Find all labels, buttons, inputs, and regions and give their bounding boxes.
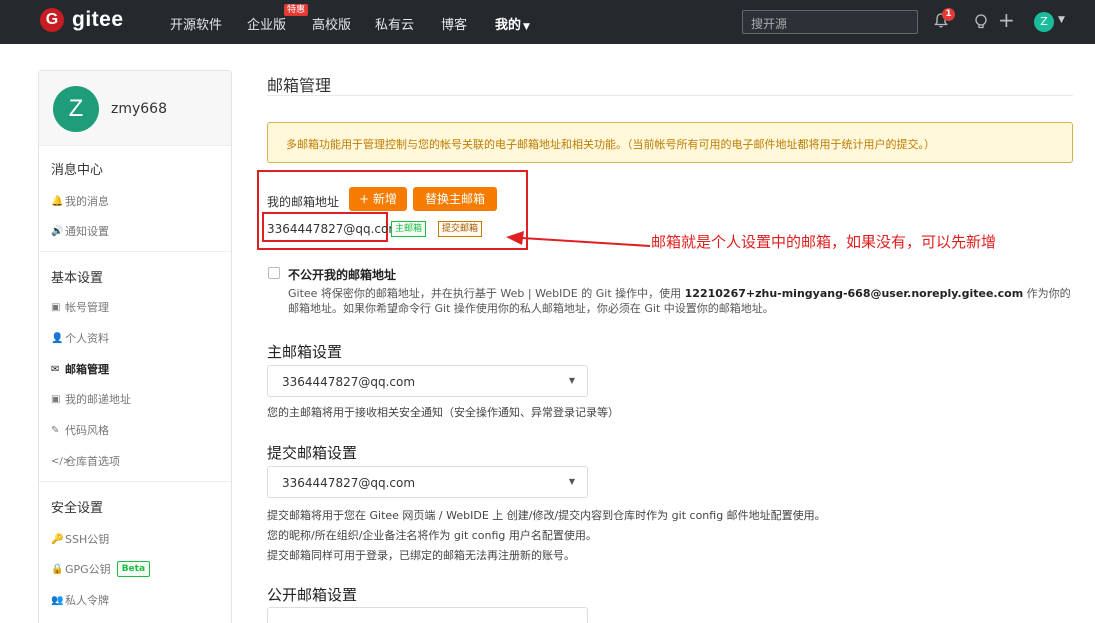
sidebar-item-ssh-keys[interactable]: 🔑 SSH公钥: [51, 531, 109, 547]
nav-mine-label: 我的: [495, 18, 522, 33]
chevron-down-icon: ▼: [568, 376, 575, 385]
user-card: Z zmy668: [39, 71, 231, 146]
switch-primary-email-button[interactable]: 替换主邮箱: [413, 187, 497, 211]
primary-email-section-title: 主邮箱设置: [267, 343, 343, 361]
noreply-email: 12210267+zhu-mingyang-668@user.noreply.g…: [684, 287, 1024, 300]
chevron-down-icon: ▼: [568, 477, 575, 486]
sidebar-item-label: 帐号管理: [65, 301, 109, 314]
info-notice: 多邮箱功能用于管理控制与您的帐号关联的电子邮箱地址和相关功能。（当前帐号所有可用…: [267, 122, 1073, 163]
sidebar-item-my-messages[interactable]: 🔔 我的消息: [51, 193, 109, 209]
sidebar-item-label: 仓库首选项: [65, 455, 120, 468]
group-title-messages: 消息中心: [51, 163, 104, 178]
nav-open-source[interactable]: 开源软件: [170, 14, 222, 33]
sidebar-item-label: 代码风格: [65, 424, 109, 437]
sidebar-item-label: GPG公钥: [65, 563, 111, 576]
commit-email-select[interactable]: 3364447827@qq.com ▼: [267, 466, 588, 498]
email-address: 3364447827@qq.com: [267, 222, 401, 236]
mail-icon: ✉: [51, 363, 60, 375]
my-email-label: 我的邮箱地址: [267, 195, 340, 209]
public-email-section-title: 公开邮箱设置: [267, 586, 358, 604]
speaker-icon: 🔊: [51, 225, 64, 237]
commit-email-help-1: 提交邮箱将用于您在 Gitee 网页端 / WebIDE 上 创建/修改/提交内…: [267, 509, 826, 522]
avatar[interactable]: Z: [1034, 12, 1054, 32]
bell-icon: 🔔: [51, 195, 64, 207]
bulb-icon[interactable]: [974, 14, 988, 30]
sidebar-item-repo-preferences[interactable]: </> 仓库首选项: [51, 453, 120, 469]
code-icon: </>: [51, 455, 72, 467]
sidebar-divider: [39, 481, 231, 482]
sidebar-item-label: 我的消息: [65, 195, 109, 208]
sidebar-item-label: 我的邮递地址: [65, 393, 131, 406]
private-email-label[interactable]: 不公开我的邮箱地址: [288, 266, 396, 283]
key-icon: 🔑: [51, 533, 64, 545]
add-email-button[interactable]: + 新增: [349, 187, 407, 211]
notification-count-badge: 1: [942, 8, 955, 21]
private-desc-part1: Gitee 将保密你的邮箱地址，并在执行基于 Web | WebIDE 的 Gi…: [288, 287, 685, 300]
nav-enterprise[interactable]: 企业版: [247, 14, 286, 33]
sidebar-item-email[interactable]: ✉ 邮箱管理: [51, 361, 109, 377]
chevron-down-icon: ▼: [523, 22, 530, 32]
sidebar-item-profile[interactable]: 👤 个人资料: [51, 330, 109, 346]
primary-email-select-value: 3364447827@qq.com: [282, 375, 416, 389]
token-icon: 👥: [51, 594, 64, 606]
brush-icon: ✎: [51, 424, 60, 436]
user-name[interactable]: zmy668: [111, 101, 167, 117]
sidebar-item-gpg-keys[interactable]: 🔒 GPG公钥 Beta: [51, 561, 151, 577]
top-navbar: G gitee 开源软件 企业版 特惠 高校版 私有云 博客 我的 ▼ 搜开源 1…: [0, 0, 1095, 44]
nav-mine[interactable]: 我的 ▼: [495, 14, 530, 33]
commit-email-section-title: 提交邮箱设置: [267, 444, 358, 462]
beta-badge: Beta: [116, 561, 151, 577]
id-card-icon: ▣: [51, 301, 61, 313]
page-title: 邮箱管理: [267, 76, 332, 95]
commit-email-select-value: 3364447827@qq.com: [282, 476, 416, 490]
nav-blog[interactable]: 博客: [441, 14, 467, 33]
address-card-icon: ▣: [51, 393, 61, 405]
gitee-logo-mark: G: [40, 8, 64, 32]
private-email-description: Gitee 将保密你的邮箱地址，并在执行基于 Web | WebIDE 的 Gi…: [288, 286, 1078, 316]
sidebar-item-account[interactable]: ▣ 帐号管理: [51, 299, 109, 315]
commit-email-tag: 提交邮箱: [438, 221, 483, 237]
nav-education[interactable]: 高校版: [312, 14, 351, 33]
gitee-logo[interactable]: G gitee: [40, 8, 124, 32]
sidebar-item-code-style[interactable]: ✎ 代码风格: [51, 422, 109, 438]
sidebar-item-label: SSH公钥: [65, 533, 110, 546]
gitee-logo-text: gitee: [72, 8, 124, 31]
sidebar-item-label: 个人资料: [65, 332, 109, 345]
sidebar-item-mailing-address[interactable]: ▣ 我的邮递地址: [51, 391, 131, 407]
sidebar-item-label: 通知设置: [65, 225, 109, 238]
settings-sidebar: Z zmy668 消息中心 🔔 我的消息 🔊 通知设置 基本设置 ▣ 帐号管理 …: [38, 70, 232, 623]
sidebar-item-label: 私人令牌: [65, 594, 109, 607]
commit-email-help-2: 您的昵称/所在组织/企业备注名将作为 git config 用户名配置使用。: [267, 529, 597, 542]
commit-email-help-3: 提交邮箱同样可用于登录，已绑定的邮箱无法再注册新的账号。: [267, 549, 575, 562]
public-email-select[interactable]: [267, 607, 588, 623]
primary-email-help: 您的主邮箱将用于接收相关安全通知（安全操作通知、异常登录记录等）: [267, 406, 619, 419]
group-title-basic: 基本设置: [51, 271, 104, 286]
chevron-down-icon[interactable]: ▼: [1058, 15, 1065, 25]
group-title-security: 安全设置: [51, 501, 104, 516]
sidebar-item-label: 邮箱管理: [65, 363, 109, 376]
lock-icon: 🔒: [51, 563, 64, 575]
sidebar-divider: [39, 251, 231, 252]
nav-private-cloud[interactable]: 私有云: [375, 14, 414, 33]
search-input[interactable]: 搜开源: [742, 10, 918, 34]
plus-icon[interactable]: +: [998, 10, 1015, 30]
title-divider: [267, 95, 1073, 96]
promo-badge: 特惠: [284, 4, 309, 16]
user-avatar[interactable]: Z: [53, 86, 99, 132]
user-icon: 👤: [51, 332, 64, 344]
sidebar-item-personal-tokens[interactable]: 👥 私人令牌: [51, 592, 109, 608]
private-email-checkbox[interactable]: [268, 267, 280, 279]
sidebar-item-notification-settings[interactable]: 🔊 通知设置: [51, 223, 109, 239]
primary-email-tag: 主邮箱: [391, 221, 427, 237]
primary-email-select[interactable]: 3364447827@qq.com ▼: [267, 365, 588, 397]
annotation-arrow-icon: [506, 231, 650, 247]
annotation-text: 邮箱就是个人设置中的邮箱，如果没有，可以先新增: [651, 233, 997, 251]
